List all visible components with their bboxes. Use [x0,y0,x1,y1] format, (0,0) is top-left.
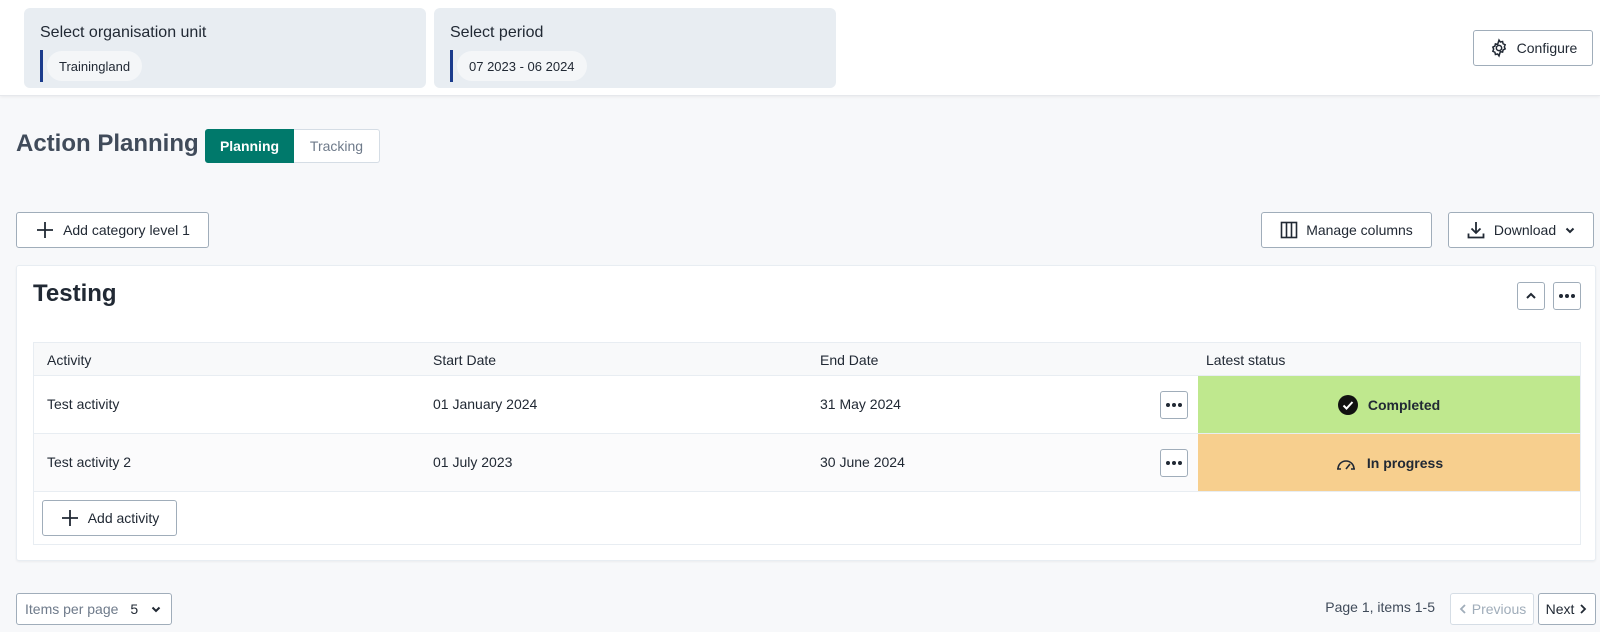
tab-tracking[interactable]: Tracking [294,129,380,163]
status-label: In progress [1366,454,1444,471]
items-per-page-select[interactable]: Items per page 5 [16,593,172,625]
table-header: Activity Start Date End Date Latest stat… [34,343,1580,376]
next-page-label: Next [1545,601,1575,617]
more-horizontal-icon [1166,461,1182,465]
org-unit-chip[interactable]: Trainingland [47,51,143,81]
period-chip[interactable]: 07 2023 - 06 2024 [457,51,587,81]
add-category-label: Add category level 1 [63,222,190,238]
row-menu-button[interactable] [1160,449,1188,477]
end-date: 31 May 2024 [820,396,901,412]
org-unit-selector-title: Select organisation unit [40,24,207,41]
configure-label: Configure [1516,40,1578,56]
gear-icon [1491,38,1506,58]
category-menu-button[interactable] [1553,282,1581,310]
column-header-start-date: Start Date [433,352,497,368]
org-unit-selector[interactable]: Select organisation unit Trainingland [24,8,426,88]
chevron-down-icon [151,606,161,613]
tab-planning[interactable]: Planning [205,129,294,163]
activities-table: Activity Start Date End Date Latest stat… [33,342,1581,545]
chevron-right-icon [1580,604,1587,614]
more-horizontal-icon [1559,294,1575,298]
top-bar: Select organisation unit Trainingland Se… [0,0,1600,96]
add-activity-label: Add activity [87,510,160,526]
column-header-activity: Activity [47,352,92,368]
status-badge[interactable]: Completed [1198,376,1580,433]
plus-icon [37,222,54,238]
row-menu-button[interactable] [1160,391,1188,419]
category-panel: Testing Activity Start Date End Date Lat… [16,265,1596,561]
next-page-button[interactable]: Next [1538,593,1596,625]
items-per-page-value: 5 [130,601,139,617]
period-selector-title: Select period [450,24,544,41]
previous-page-button[interactable]: Previous [1450,593,1534,625]
status-badge[interactable]: In progress [1198,434,1580,491]
end-date: 30 June 2024 [820,454,905,470]
chevron-left-icon [1459,604,1466,614]
collapse-button[interactable] [1517,282,1545,310]
download-button[interactable]: Download [1448,212,1594,248]
chevron-up-icon [1526,292,1536,299]
org-unit-chip-wrap: Trainingland [40,50,143,82]
start-date: 01 January 2024 [433,396,538,412]
status-label: Completed [1367,396,1441,413]
chevron-down-icon [1565,227,1575,234]
manage-columns-button[interactable]: Manage columns [1261,212,1432,248]
activity-name: Test activity 2 [47,454,132,470]
column-header-end-date: End Date [820,352,879,368]
add-category-button[interactable]: Add category level 1 [16,212,209,248]
table-row[interactable]: Test activity 01 January 2024 31 May 202… [34,376,1580,434]
add-activity-button[interactable]: Add activity [42,500,177,536]
start-date: 01 July 2023 [433,454,513,470]
columns-icon [1280,221,1298,239]
period-chip-wrap: 07 2023 - 06 2024 [450,50,587,82]
configure-button[interactable]: Configure [1473,30,1593,66]
download-label: Download [1493,222,1557,238]
pagination-summary: Page 1, items 1-5 [1325,599,1435,615]
manage-columns-label: Manage columns [1306,222,1413,238]
category-title: Testing [33,280,117,307]
activity-name: Test activity [47,396,120,412]
plus-icon [61,510,78,526]
period-selector[interactable]: Select period 07 2023 - 06 2024 [434,8,836,88]
column-header-latest-status: Latest status [1206,352,1286,368]
table-row[interactable]: Test activity 2 01 July 2023 30 June 202… [34,434,1580,492]
download-icon [1467,222,1485,239]
more-horizontal-icon [1166,403,1182,407]
page-title: Action Planning [16,130,199,157]
previous-page-label: Previous [1471,601,1527,617]
items-per-page-label: Items per page [25,601,119,617]
view-toggle: Planning Tracking [205,129,380,163]
speedometer-icon [1336,459,1355,470]
check-circle-icon [1337,394,1358,415]
